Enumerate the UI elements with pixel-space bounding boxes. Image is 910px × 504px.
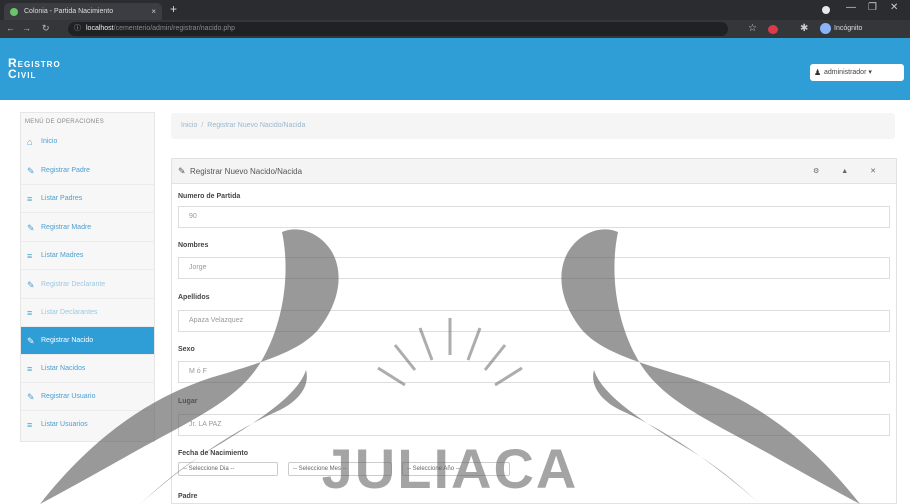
- day-select[interactable]: -- Seleccione Dia --: [178, 462, 278, 476]
- back-icon[interactable]: ←: [6, 23, 15, 33]
- sidebar-item-label: Listar Padres: [41, 195, 83, 202]
- sidebar-item-label: Listar Declarantes: [41, 309, 98, 316]
- home-icon: ⌂: [27, 137, 33, 147]
- sidebar-item-label: Registrar Madre: [41, 224, 92, 231]
- edit-icon: ✎: [27, 280, 35, 290]
- puzzle-icon[interactable]: ✱: [800, 23, 808, 34]
- profile-button[interactable]: Incógnito: [820, 23, 862, 35]
- address-bar[interactable]: ⓘ localhost/cementerio/admin/registrar/n…: [68, 22, 728, 36]
- numero-partida-input[interactable]: 90: [178, 206, 890, 228]
- breadcrumb-separator: /: [201, 122, 204, 129]
- url-path: /cementerio/admin/registrar/nacido.php: [113, 25, 236, 32]
- edit-icon: ✎: [27, 336, 35, 346]
- sidebar-item-label: Registrar Nacido: [41, 337, 94, 344]
- browser-toolbar: ← → ↻ ⓘ localhost/cementerio/admin/regis…: [0, 20, 910, 38]
- forward-icon[interactable]: →: [22, 23, 31, 33]
- panel-header: ✎ Registrar Nuevo Nacido/Nacida ⚙ ▲ ✕: [172, 159, 896, 184]
- panel-tools[interactable]: ⚙ ▲ ✕: [813, 159, 886, 184]
- sidebar-item-label: Registrar Usuario: [41, 393, 96, 400]
- account-dot-icon[interactable]: [822, 6, 830, 14]
- nombres-label: Nombres: [178, 242, 209, 249]
- edit-icon: ✎: [27, 392, 35, 402]
- sidebar-item-registrar-madre[interactable]: ✎ Registrar Madre: [21, 214, 154, 242]
- app-header: Registro Civil ♟ administrador ▾: [0, 38, 910, 100]
- sidebar-item-inicio[interactable]: ⌂ Inicio: [21, 130, 154, 154]
- lugar-label: Lugar: [178, 398, 198, 405]
- month-select[interactable]: -- Seleccione Mes --: [288, 462, 392, 476]
- apellidos-label: Apellidos: [178, 294, 210, 301]
- sidebar-item-registrar-nacido[interactable]: ✎ Registrar Nacido: [21, 327, 154, 355]
- sidebar-item-listar-padres[interactable]: ≡ Listar Padres: [21, 185, 154, 213]
- edit-icon: ✎: [178, 166, 186, 176]
- brand-line-2: Civil: [8, 67, 37, 81]
- user-menu-button[interactable]: ♟ administrador ▾: [810, 64, 904, 81]
- numero-partida-label: Numero de Partida: [178, 193, 241, 200]
- sidebar-item-registrar-padre[interactable]: ✎ Registrar Padre: [21, 157, 154, 185]
- bookmark-star-icon[interactable]: ☆: [748, 23, 757, 34]
- user-menu-label: administrador ▾: [824, 69, 872, 76]
- reload-icon[interactable]: ↻: [42, 23, 50, 34]
- year-select[interactable]: -- Seleccione Año --: [402, 462, 510, 476]
- apellidos-input[interactable]: Apaza Velazquez: [178, 310, 890, 332]
- sexo-label: Sexo: [178, 346, 195, 353]
- tab-favicon-icon: [10, 8, 18, 16]
- incognito-icon: [820, 23, 831, 34]
- url-host: localhost: [86, 25, 114, 32]
- sidebar-item-label: Listar Usuarios: [41, 421, 88, 428]
- sidebar-item-label: Listar Madres: [41, 252, 84, 259]
- new-tab-icon[interactable]: +: [170, 2, 177, 16]
- brand-logo[interactable]: Registro Civil: [8, 57, 61, 81]
- list-icon: ≡: [27, 194, 33, 204]
- sidebar-item-listar-usuarios[interactable]: ≡ Listar Usuarios: [21, 411, 154, 439]
- list-icon: ≡: [27, 308, 33, 318]
- breadcrumb: Inicio / Registrar Nuevo Nacido/Nacida: [171, 113, 895, 139]
- list-icon: ≡: [27, 251, 33, 261]
- close-window-icon[interactable]: ✕: [890, 2, 898, 13]
- browser-tab[interactable]: Colonia - Partida Nacimiento ×: [4, 3, 162, 20]
- sexo-input[interactable]: M ó F: [178, 361, 890, 383]
- edit-icon: ✎: [27, 166, 35, 176]
- nombres-input[interactable]: Jorge: [178, 257, 890, 279]
- sidebar-title: MENÚ DE OPERACIONES: [25, 119, 105, 125]
- breadcrumb-current: Registrar Nuevo Nacido/Nacida: [207, 122, 306, 129]
- sidebar-item-label: Registrar Padre: [41, 167, 91, 174]
- list-icon: ≡: [27, 420, 33, 430]
- browser-tab-bar: Colonia - Partida Nacimiento × + — ❐ ✕: [0, 0, 910, 20]
- sidebar-item-registrar-usuario[interactable]: ✎ Registrar Usuario: [21, 383, 154, 411]
- fecha-nacimiento-label: Fecha de Nacimiento: [178, 450, 249, 457]
- sidebar-item-label: Listar Nacidos: [41, 365, 86, 372]
- sidebar-item-listar-madres[interactable]: ≡ Listar Madres: [21, 242, 154, 270]
- sidebar-item-label: Inicio: [41, 138, 58, 145]
- extension-icon[interactable]: [768, 25, 778, 34]
- user-icon: ♟: [814, 68, 822, 77]
- sidebar: MENÚ DE OPERACIONES ⌂ Inicio ✎ Registrar P…: [20, 112, 155, 442]
- site-info-icon[interactable]: ⓘ: [74, 22, 81, 36]
- profile-label: Incógnito: [834, 25, 863, 32]
- tab-close-icon[interactable]: ×: [151, 3, 156, 20]
- panel-title: Registrar Nuevo Nacido/Nacida: [190, 167, 303, 176]
- sidebar-item-listar-nacidos[interactable]: ≡ Listar Nacidos: [21, 355, 154, 383]
- padre-label: Padre: [178, 493, 198, 500]
- sidebar-item-label: Registrar Declarante: [41, 281, 106, 288]
- lugar-input[interactable]: Jr. LA PAZ: [178, 414, 890, 436]
- breadcrumb-home-link[interactable]: Inicio: [181, 122, 197, 129]
- sidebar-item-listar-declarantes[interactable]: ≡ Listar Declarantes: [21, 299, 154, 327]
- list-icon: ≡: [27, 364, 33, 374]
- sidebar-item-registrar-declarante[interactable]: ✎ Registrar Declarante: [21, 271, 154, 299]
- edit-icon: ✎: [27, 223, 35, 233]
- form-panel: ✎ Registrar Nuevo Nacido/Nacida ⚙ ▲ ✕ Nu…: [171, 158, 897, 504]
- minimize-icon[interactable]: —: [846, 2, 856, 13]
- maximize-icon[interactable]: ❐: [868, 2, 877, 13]
- tab-title: Colonia - Partida Nacimiento: [24, 8, 114, 15]
